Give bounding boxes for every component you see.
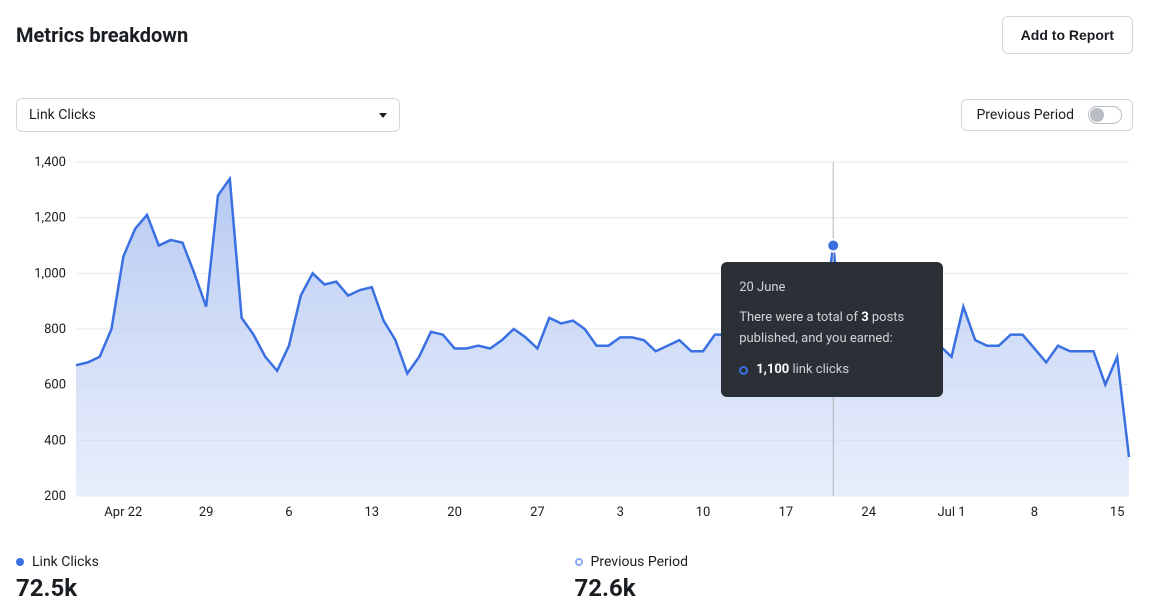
- series-dot-hollow-icon: [575, 558, 583, 566]
- svg-text:29: 29: [199, 505, 214, 520]
- svg-text:800: 800: [44, 322, 66, 337]
- toggle-track: [1088, 106, 1122, 124]
- svg-text:8: 8: [1031, 505, 1038, 520]
- caret-down-icon: [379, 113, 387, 118]
- svg-text:1,200: 1,200: [34, 211, 66, 226]
- controls: Link Clicks Previous Period: [16, 98, 1133, 132]
- svg-text:1,000: 1,000: [34, 266, 66, 281]
- svg-text:6: 6: [285, 505, 292, 520]
- metric-select[interactable]: Link Clicks: [16, 98, 400, 132]
- svg-text:600: 600: [44, 378, 66, 393]
- svg-text:10: 10: [696, 505, 711, 520]
- previous-period-toggle[interactable]: Previous Period: [961, 99, 1133, 131]
- footer-previous-value: 72.6k: [575, 574, 1134, 602]
- svg-text:1,400: 1,400: [34, 156, 66, 170]
- page-title: Metrics breakdown: [16, 23, 188, 47]
- footer-current-label: Link Clicks: [16, 554, 575, 570]
- metric-select-value: Link Clicks: [29, 107, 96, 123]
- footer-previous-label: Previous Period: [575, 554, 1134, 570]
- chart[interactable]: 200 400 600 800 1,000 1,200 1,400 Apr 22 29 6 13 20…: [16, 156, 1133, 526]
- svg-text:15: 15: [1110, 505, 1125, 520]
- footer-current-value: 72.5k: [16, 574, 575, 602]
- toggle-knob: [1090, 108, 1104, 122]
- header: Metrics breakdown Add to Report: [16, 16, 1133, 54]
- svg-text:3: 3: [617, 505, 624, 520]
- footer: Link Clicks 72.5k Previous Period 72.6k: [16, 554, 1133, 602]
- add-to-report-button[interactable]: Add to Report: [1002, 16, 1133, 54]
- svg-text:Jul 1: Jul 1: [938, 505, 966, 520]
- svg-text:17: 17: [779, 505, 794, 520]
- svg-text:24: 24: [861, 505, 876, 520]
- svg-text:13: 13: [364, 505, 379, 520]
- toggle-label: Previous Period: [976, 107, 1074, 123]
- footer-current: Link Clicks 72.5k: [16, 554, 575, 602]
- svg-text:27: 27: [530, 505, 545, 520]
- svg-text:20: 20: [447, 505, 462, 520]
- series-dot-icon: [16, 558, 24, 566]
- svg-text:400: 400: [44, 433, 66, 448]
- svg-text:200: 200: [44, 489, 66, 504]
- svg-text:Apr 22: Apr 22: [104, 505, 142, 520]
- footer-previous: Previous Period 72.6k: [575, 554, 1134, 602]
